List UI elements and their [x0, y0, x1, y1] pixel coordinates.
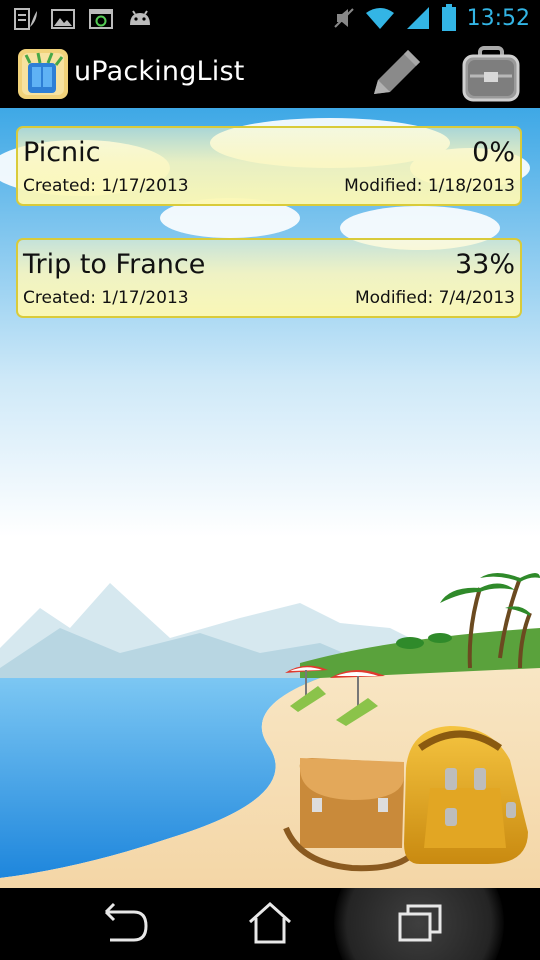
list-created-date: Created: 1/17/2013: [23, 288, 189, 308]
list-modified-date: Modified: 7/4/2013: [354, 288, 515, 308]
signal-icon: [406, 7, 429, 29]
system-icons: 13:52: [333, 4, 530, 32]
action-bar: uPackingList: [0, 38, 540, 110]
sd-card-icon: [14, 8, 37, 30]
image-icon: [51, 9, 75, 29]
list-item[interactable]: Trip to France 33% Created: 1/17/2013 Mo…: [16, 238, 522, 318]
mute-icon: [333, 8, 354, 28]
wifi-icon: [365, 8, 394, 29]
list-progress: 33%: [454, 249, 515, 280]
list-item[interactable]: Picnic 0% Created: 1/17/2013 Modified: 1…: [16, 126, 522, 206]
suitcase-icon[interactable]: [460, 44, 522, 104]
battery-icon: [441, 4, 456, 31]
list-name: Picnic: [23, 137, 101, 168]
list-name: Trip to France: [23, 249, 206, 280]
navigation-bar: [0, 888, 540, 960]
app-title: uPackingList: [74, 56, 245, 87]
edit-icon[interactable]: [364, 44, 426, 104]
beach-background: [0, 108, 540, 888]
status-bar: 13:52: [0, 0, 540, 38]
sync-icon: [89, 9, 113, 29]
notification-icons: [12, 7, 154, 31]
list-created-date: Created: 1/17/2013: [23, 176, 189, 196]
packing-list-screen: Picnic 0% Created: 1/17/2013 Modified: 1…: [0, 108, 540, 888]
recent-apps-icon[interactable]: [388, 898, 448, 948]
home-icon[interactable]: [240, 898, 300, 948]
android-icon: [130, 10, 150, 25]
list-progress: 0%: [472, 137, 515, 168]
app-logo-icon[interactable]: [18, 49, 68, 99]
list-modified-date: Modified: 1/18/2013: [344, 176, 515, 196]
back-icon[interactable]: [92, 898, 152, 948]
clock: 13:52: [466, 5, 530, 31]
